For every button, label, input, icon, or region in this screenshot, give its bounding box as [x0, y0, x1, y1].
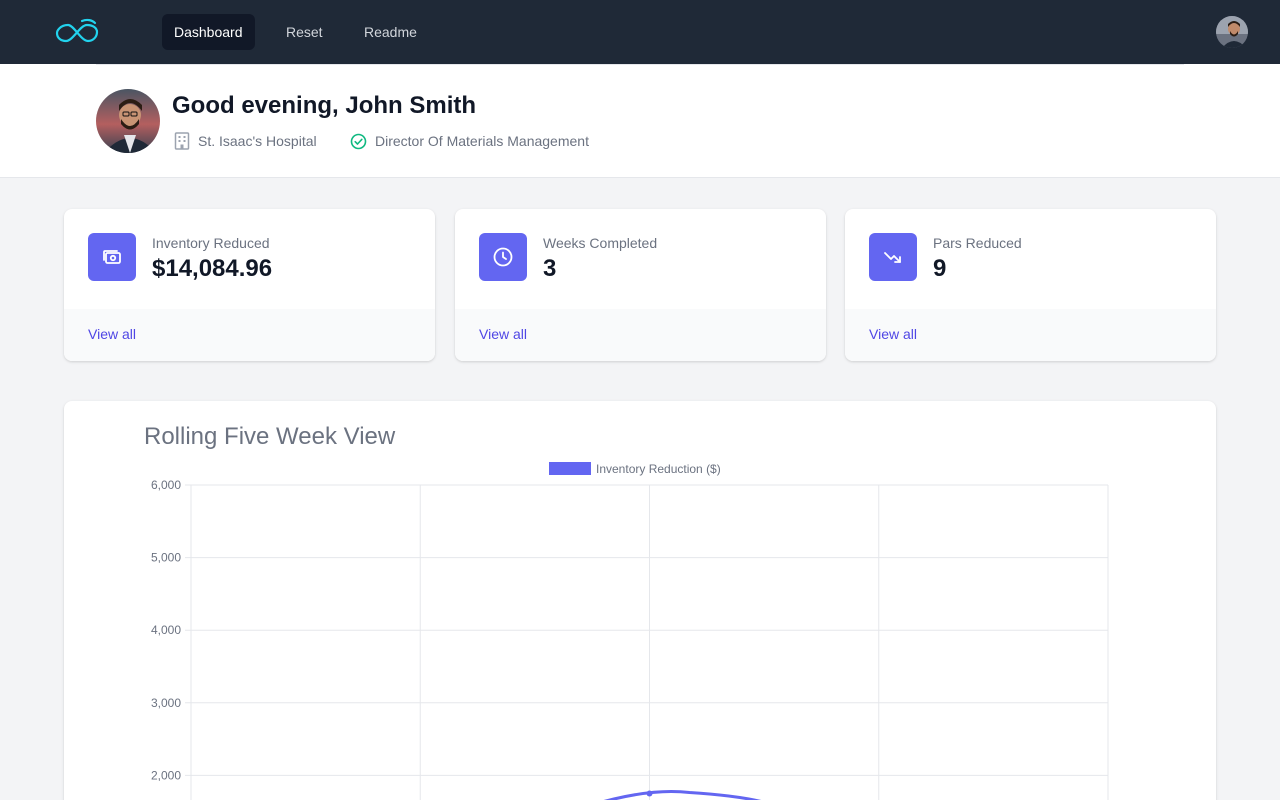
stat-value: $14,084.96 — [152, 255, 273, 282]
view-all-link[interactable]: View all — [869, 326, 917, 342]
profile-header: Good evening, John Smith St. Isaac's Hos… — [0, 64, 1280, 178]
building-icon — [174, 132, 190, 150]
series-line — [603, 789, 762, 800]
role-meta: Director Of Materials Management — [350, 131, 589, 151]
stat-label: Inventory Reduced — [152, 235, 270, 251]
trending-down-icon — [869, 233, 917, 281]
y-tick-label: 3,000 — [151, 696, 181, 710]
profile-avatar — [96, 89, 160, 153]
card-footer: View all — [455, 309, 826, 361]
top-navigation: Dashboard Reset Readme — [0, 0, 1280, 64]
card-footer: View all — [64, 309, 435, 361]
card-footer: View all — [845, 309, 1216, 361]
avatar-image-icon — [1216, 16, 1248, 48]
clock-icon — [479, 233, 527, 281]
role-title: Director Of Materials Management — [375, 133, 589, 149]
nav-readme[interactable]: Readme — [352, 14, 429, 50]
organization-meta: St. Isaac's Hospital — [174, 131, 317, 151]
y-tick-label: 6,000 — [151, 478, 181, 492]
stat-value: 9 — [933, 255, 947, 282]
nav-dashboard[interactable]: Dashboard — [162, 14, 255, 50]
stat-value: 3 — [543, 255, 557, 282]
line-chart: 6,000 5,000 4,000 3,000 2,000 Inventory Reduc… — [151, 462, 1109, 800]
nav-reset[interactable]: Reset — [274, 14, 335, 50]
check-circle-icon — [350, 133, 367, 149]
greeting-heading: Good evening, John Smith — [172, 92, 477, 119]
stat-card-inventory: Inventory Reduced $14,084.96 View all — [64, 209, 435, 361]
infinity-logo-icon[interactable] — [54, 17, 100, 45]
stat-card-pars: Pars Reduced 9 View all — [845, 209, 1216, 361]
view-all-link[interactable]: View all — [88, 326, 136, 342]
stat-card-weeks: Weeks Completed 3 View all — [455, 209, 826, 361]
stat-label: Pars Reduced — [933, 235, 1022, 251]
cash-icon — [88, 233, 136, 281]
divider — [96, 64, 1184, 65]
avatar-image-icon — [96, 89, 160, 153]
user-avatar-menu[interactable] — [1216, 16, 1248, 48]
legend-label: Inventory Reduction ($) — [596, 462, 721, 476]
legend-swatch — [549, 462, 591, 475]
organization-name: St. Isaac's Hospital — [198, 133, 317, 149]
y-tick-label: 4,000 — [151, 623, 181, 637]
y-tick-label: 5,000 — [151, 551, 181, 565]
stat-label: Weeks Completed — [543, 235, 658, 251]
view-all-link[interactable]: View all — [479, 326, 527, 342]
y-tick-label: 2,000 — [151, 768, 181, 782]
chart-panel: Rolling Five Week View 6,000 5,000 4,000 3,… — [64, 401, 1216, 800]
